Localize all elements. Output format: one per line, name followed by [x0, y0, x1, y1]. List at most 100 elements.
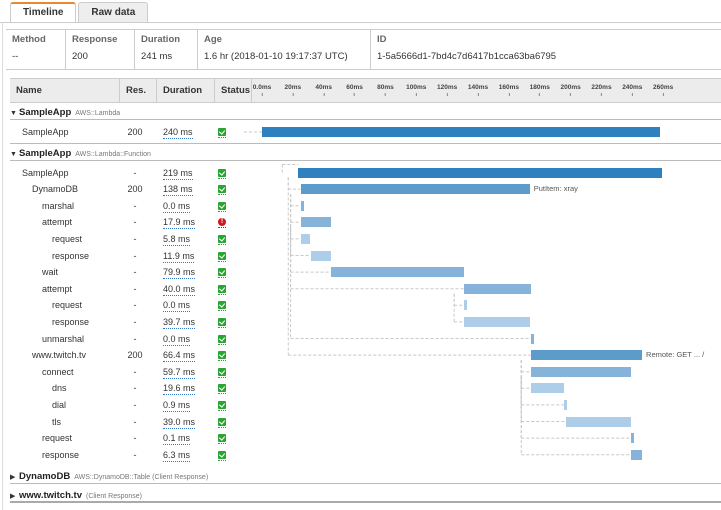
status-ok-icon[interactable] [218, 201, 226, 210]
timeline-bar[interactable] [563, 399, 568, 410]
segment-duration-link[interactable]: 40.0 ms [163, 283, 196, 296]
group-type: (Client Response) [85, 493, 143, 500]
segment-duration-link[interactable]: 66.4 ms [163, 349, 196, 363]
segment-row[interactable]: unmarshal - 0.0 ms [0, 331, 721, 348]
summary-value: 241 ms [141, 51, 173, 62]
timeline-bar[interactable] [300, 217, 331, 228]
table-header: Name Res. Duration Status 0.0ms 20ms 40ms 6… [10, 78, 721, 103]
axis-tick-mark [477, 93, 479, 96]
segment-duration-link[interactable]: 39.7 ms [163, 316, 196, 329]
status-ok-icon[interactable] [218, 234, 226, 243]
segment-row[interactable]: DynamoDB 200 138 ms PutItem: xray [0, 181, 721, 198]
status-ok-icon[interactable] [218, 168, 226, 177]
segment-duration-link[interactable]: 39.0 ms [163, 416, 196, 429]
segment-row[interactable]: response - 39.7 ms [0, 314, 721, 331]
trace-summary: Method -- Response 200 Duration 241 ms A… [6, 29, 721, 70]
segment-row[interactable]: response - 6.3 ms [0, 447, 721, 464]
timeline-bar[interactable] [631, 433, 635, 444]
status-ok-icon[interactable] [218, 284, 226, 293]
timeline-bar[interactable] [531, 366, 631, 377]
timeline-bar[interactable] [310, 250, 331, 261]
segment-duration-link[interactable]: 0.0 ms [163, 333, 191, 346]
timeline-bar[interactable] [531, 350, 643, 361]
column-header-name[interactable]: Name [10, 79, 120, 102]
status-ok-icon[interactable] [218, 317, 226, 326]
segment-row[interactable]: request - 0.0 ms [0, 297, 721, 314]
segment-duration-link[interactable]: 17.9 ms [163, 216, 196, 230]
segment-row[interactable]: request - 0.1 ms [0, 430, 721, 447]
segment-duration-link[interactable]: 0.0 ms [163, 299, 191, 313]
status-ok-icon[interactable] [218, 268, 226, 277]
segment-duration-link[interactable]: 59.7 ms [163, 366, 196, 379]
collapse-right-icon[interactable]: ▶ [10, 470, 19, 486]
status-error-icon[interactable] [218, 214, 226, 231]
status-underline [218, 293, 226, 295]
timeline-bar[interactable] [565, 416, 631, 427]
status-ok-icon[interactable] [218, 450, 226, 459]
timeline-bar[interactable] [262, 127, 661, 137]
segment-duration-link[interactable]: 6.3 ms [163, 449, 191, 462]
timeline-bar[interactable] [530, 333, 535, 344]
segment-duration-link[interactable]: 0.1 ms [163, 432, 191, 446]
timeline-bar[interactable] [531, 383, 564, 394]
status-ok-icon[interactable] [218, 384, 226, 393]
status-ok-icon[interactable] [218, 334, 226, 343]
timeline-bar[interactable] [300, 233, 311, 244]
segment-name: dns [52, 383, 67, 394]
summary-value: -- [12, 51, 19, 62]
status-ok-icon[interactable] [218, 434, 226, 443]
segment-row[interactable]: tls - 39.0 ms [0, 414, 721, 431]
status-ok-icon[interactable] [218, 400, 226, 409]
summary-label: Method [12, 34, 46, 45]
status-ok-icon[interactable] [218, 301, 226, 310]
timeline-bar[interactable] [464, 283, 531, 294]
segment-duration-link[interactable]: 19.6 ms [163, 382, 196, 396]
segment-duration-link[interactable]: 0.0 ms [163, 200, 191, 213]
segment-row[interactable]: SampleApp - 219 ms [0, 165, 721, 182]
segment-duration-link[interactable]: 79.9 ms [163, 266, 196, 280]
segment-row[interactable]: dial - 0.9 ms [0, 397, 721, 414]
segment-group-header[interactable]: ▶ DynamoDB AWS::DynamoDB::Table (Client Re… [10, 468, 721, 484]
expand-down-icon[interactable]: ▼ [10, 147, 19, 163]
timeline-bar[interactable] [464, 316, 531, 327]
segment-row[interactable]: response - 11.9 ms [0, 248, 721, 265]
expand-down-icon[interactable]: ▼ [10, 106, 19, 122]
column-header-res[interactable]: Res. [120, 79, 157, 102]
segment-row[interactable]: attempt - 40.0 ms [0, 281, 721, 298]
status-ok-icon[interactable] [218, 417, 226, 426]
timeline-bar[interactable] [300, 184, 530, 195]
segment-row[interactable]: www.twitch.tv 200 66.4 ms Remote: GET ... / [0, 347, 721, 364]
segment-row[interactable]: SampleApp 200 240 ms [0, 124, 721, 141]
status-ok-icon[interactable] [218, 351, 226, 360]
timeline-bar[interactable] [300, 200, 304, 211]
segment-duration-link[interactable]: 0.9 ms [163, 399, 191, 412]
timeline-bar[interactable] [298, 167, 662, 178]
timeline-bar[interactable] [464, 300, 468, 311]
segment-duration-link[interactable]: 5.8 ms [163, 233, 191, 246]
column-header-duration[interactable]: Duration [157, 79, 215, 102]
segment-row[interactable]: connect - 59.7 ms [0, 364, 721, 381]
status-ok-icon[interactable] [218, 251, 226, 260]
segment-row[interactable]: attempt - 17.9 ms [0, 214, 721, 231]
segment-group-header[interactable]: ▼ SampleApp AWS::Lambda::Function [10, 145, 721, 161]
tab-timeline[interactable]: Timeline [10, 2, 77, 22]
segment-duration-link[interactable]: 219 ms [163, 167, 193, 180]
segment-row[interactable]: marshal - 0.0 ms [0, 198, 721, 215]
segment-row[interactable]: wait - 79.9 ms [0, 264, 721, 281]
tab-raw-data[interactable]: Raw data [78, 2, 149, 22]
segment-group-header[interactable]: ▶ www.twitch.tv (Client Response) [10, 487, 721, 503]
column-header-status[interactable]: Status [215, 79, 252, 102]
segment-row[interactable]: request - 5.8 ms [0, 231, 721, 248]
summary-label: ID [377, 34, 387, 45]
status-ok-icon[interactable] [218, 367, 226, 376]
segment-group-header[interactable]: ▼ SampleApp AWS::Lambda [10, 104, 721, 120]
status-ok-icon[interactable] [218, 185, 226, 194]
collapse-right-icon[interactable]: ▶ [10, 489, 19, 505]
segment-row[interactable]: dns - 19.6 ms [0, 380, 721, 397]
segment-duration-link[interactable]: 138 ms [163, 183, 193, 197]
timeline-bar[interactable] [330, 267, 465, 278]
segment-duration-link[interactable]: 240 ms [163, 126, 193, 139]
status-ok-icon[interactable] [218, 128, 226, 136]
timeline-bar[interactable] [631, 449, 642, 460]
segment-duration-link[interactable]: 11.9 ms [163, 250, 195, 263]
